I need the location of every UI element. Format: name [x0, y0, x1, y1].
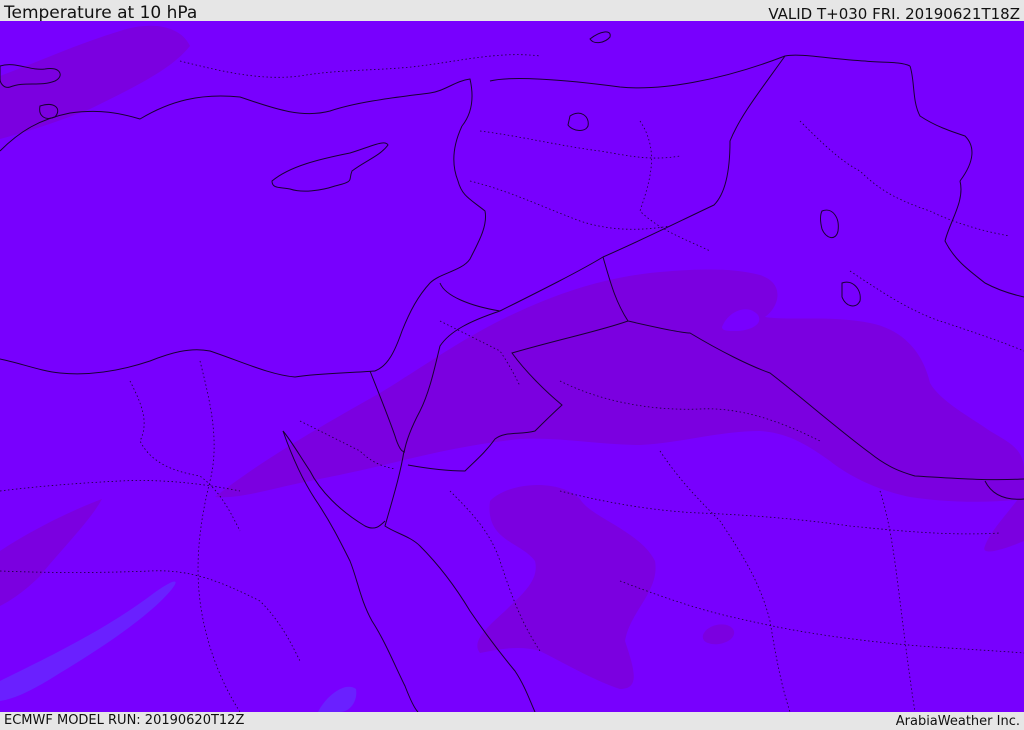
cool-band-southwest [0, 581, 176, 701]
cool-shading [0, 581, 357, 712]
coastline-persian-gulf [944, 180, 1024, 298]
temperature-shading [0, 25, 1024, 689]
cool-blob-south [318, 686, 357, 712]
dotted-border-iran-internal [799, 120, 1011, 237]
dotted-border-turkey-north [179, 54, 541, 78]
dotted-border-saudi-east [879, 490, 916, 712]
footer-bar: ECMWF MODEL RUN: 20190620T12Z ArabiaWeat… [0, 712, 1024, 729]
shading-blob-south [477, 484, 656, 689]
dotted-border-egypt-governorates [129, 380, 241, 532]
dotted-border-saudi-provinces [659, 450, 791, 712]
shading-band-main [215, 269, 1024, 502]
dotted-border-egypt-south [0, 480, 241, 492]
coastline-lake-east [841, 281, 861, 307]
dotted-border-iraq-internal [639, 120, 711, 252]
credit-label: ArabiaWeather Inc. [895, 714, 1020, 729]
header-bar: Temperature at 10 hPa VALID T+030 FRI. 2… [0, 0, 1024, 23]
coastline-lake-urmia [820, 209, 839, 238]
dotted-border-egypt-nile [197, 360, 241, 712]
map-panel [0, 21, 1024, 712]
shading-band-west [0, 499, 102, 606]
shading-blob-small [702, 624, 735, 645]
dotted-border-syria-south [469, 180, 671, 230]
coastline-lake-van [567, 112, 589, 131]
coastline-cyprus [271, 142, 389, 192]
coastline-egypt-north [0, 349, 376, 378]
dotted-border-egypt-southern [0, 570, 301, 662]
border-syria-iraq [489, 54, 911, 89]
dotted-border-syria-internal [479, 130, 681, 159]
border-iraq-iran [909, 65, 973, 182]
temperature-map [0, 25, 1024, 712]
model-run-label: ECMWF MODEL RUN: 20190620T12Z [4, 713, 245, 728]
shading-band-northwest [0, 25, 190, 140]
coastline-levant [374, 125, 487, 372]
dotted-border-saudi-south [619, 580, 1024, 654]
coastline-lake-north [589, 31, 611, 44]
